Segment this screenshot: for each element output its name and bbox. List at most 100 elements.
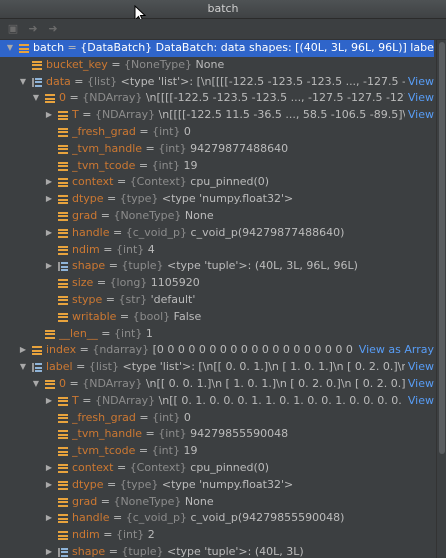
tree-row-0[interactable]: ▼ 0 = {NDArray} \n[[ 0. 0. 1.]\n [ 1. 0. … — [0, 375, 434, 393]
tree-row-shape[interactable]: ▶ shape = {tuple} <type 'tuple'>: (40L, 3… — [0, 258, 434, 275]
view-link[interactable]: View — [404, 375, 434, 393]
tree-row-batch[interactable]: ▼ batch = {DataBatch} DataBatch: data sha… — [0, 40, 434, 57]
tree-row-tvm-tcode[interactable]: _tvm_tcode = {int} 19 — [0, 158, 434, 175]
tree-row-writable[interactable]: writable = {bool} False — [0, 309, 434, 326]
expand-arrow-icon[interactable]: ▶ — [44, 225, 54, 242]
tree-row-ndim[interactable]: ndim = {int} 2 — [0, 527, 434, 544]
tree-row-fresh-grad[interactable]: _fresh_grad = {int} 0 — [0, 410, 434, 427]
variable-value: \n[[[[-122.5 -123.5 -123.5 ..., -127.5 -… — [142, 91, 434, 105]
variable-name: _tvm_handle — [72, 427, 143, 441]
view-link[interactable]: View — [404, 359, 434, 376]
window-titlebar: batch — [0, 0, 446, 19]
variable-value: c_void_p(94279877488640) — [187, 225, 345, 239]
tree-row-fresh-grad[interactable]: _fresh_grad = {int} 0 — [0, 124, 434, 141]
settings-icon[interactable]: ▣ — [6, 22, 20, 36]
tree-row-dtype[interactable]: ▶ dtype = {type} <type 'numpy.float32'> — [0, 191, 434, 208]
tree-row-stype[interactable]: stype = {str} 'default' — [0, 292, 434, 309]
expand-arrow-icon[interactable]: ▶ — [44, 460, 54, 477]
tree-row-ndim[interactable]: ndim = {int} 4 — [0, 242, 434, 259]
view-link[interactable]: View — [404, 73, 434, 91]
tree-row-context[interactable]: ▶ context = {Context} cpu_pinned(0) — [0, 460, 434, 477]
field-variable-icon — [58, 178, 68, 188]
tree-row-tvm-handle[interactable]: _tvm_handle = {int} 94279877488640 — [0, 141, 434, 158]
equals-sign: = — [105, 259, 122, 273]
variable-text: T = {NDArray} \n[[ 0. 1. 0. 0. 0. 1. 1. … — [72, 393, 434, 410]
expand-arrow-icon[interactable]: ▶ — [44, 174, 54, 191]
collapse-arrow-icon[interactable]: ▼ — [5, 40, 15, 57]
field-variable-icon — [45, 94, 55, 104]
equals-sign: = — [103, 192, 120, 206]
tree-row-size[interactable]: size = {long} 1105920 — [0, 275, 434, 292]
expand-arrow-icon[interactable]: ▶ — [44, 107, 54, 124]
collapse-arrow-icon[interactable]: ▼ — [31, 376, 41, 393]
variable-name: _fresh_grad — [72, 124, 136, 138]
variable-value: 1 — [142, 326, 153, 340]
tree-row-tvm-tcode[interactable]: _tvm_tcode = {int} 19 — [0, 443, 434, 460]
expand-arrow-icon[interactable]: ▶ — [44, 393, 54, 410]
tree-row-label[interactable]: ▼ label = {list} <type 'list'>: [\n[[ 0. … — [0, 359, 434, 376]
collapse-arrow-icon[interactable]: ▼ — [18, 359, 28, 376]
variable-text: size = {long} 1105920 — [72, 275, 434, 292]
variable-text: label = {list} <type 'list'>: [\n[[ 0. 0… — [46, 359, 434, 376]
forward-icon[interactable]: ➜ — [46, 22, 60, 36]
field-variable-icon — [58, 211, 68, 221]
variable-text: dtype = {type} <type 'numpy.float32'> — [72, 477, 434, 494]
variable-name: dtype — [72, 477, 104, 491]
variable-name: 0 — [59, 376, 66, 390]
field-variable-icon — [58, 430, 68, 440]
tree-row-dtype[interactable]: ▶ dtype = {type} <type 'numpy.float32'> — [0, 477, 434, 494]
field-variable-icon — [58, 447, 68, 457]
variable-text: data = {list} <type 'list'>: [\n[[[[-122… — [46, 74, 434, 91]
variable-text: handle = {c_void_p} c_void_p(94279855590… — [72, 510, 434, 527]
collapse-arrow-icon[interactable]: ▼ — [31, 90, 41, 107]
view-link[interactable]: View — [404, 90, 434, 108]
scrollbar-thumb[interactable] — [439, 42, 445, 454]
equals-sign: = — [70, 74, 87, 88]
variable-value: False — [170, 309, 202, 323]
vertical-scrollbar[interactable] — [436, 40, 446, 558]
expand-arrow-icon[interactable]: ▶ — [18, 342, 28, 359]
tree-row-grad[interactable]: grad = {NoneType} None — [0, 494, 434, 511]
variables-tree[interactable]: ▼ batch = {DataBatch} DataBatch: data sha… — [0, 40, 434, 558]
back-icon[interactable]: ➜ — [26, 22, 40, 36]
tree-row-handle[interactable]: ▶ handle = {c_void_p} c_void_p(9427987748… — [0, 225, 434, 242]
expand-arrow-icon[interactable]: ▶ — [44, 510, 54, 527]
equals-sign: = — [109, 511, 126, 525]
variable-type: {bool} — [132, 309, 171, 323]
variable-text: dtype = {type} <type 'numpy.float32'> — [72, 191, 434, 208]
view-link[interactable]: View — [404, 392, 434, 410]
expand-arrow-icon[interactable]: ▶ — [44, 477, 54, 494]
view-link[interactable]: View — [404, 107, 434, 124]
tree-row-len--[interactable]: __len__ = {int} 1 — [0, 326, 434, 343]
tree-row-shape[interactable]: ▶ shape = {tuple} <type 'tuple'>: (40L, 3… — [0, 544, 434, 558]
field-variable-icon — [58, 279, 68, 289]
collapse-arrow-icon[interactable]: ▼ — [18, 74, 28, 91]
equals-sign: = — [135, 124, 153, 138]
tree-row-handle[interactable]: ▶ handle = {c_void_p} c_void_p(9427985559… — [0, 510, 434, 527]
view-link[interactable]: View as Array — [355, 342, 434, 360]
variable-type: {int} — [115, 528, 145, 542]
equals-sign: = — [142, 141, 159, 155]
equals-sign: = — [135, 158, 152, 172]
tree-row-0[interactable]: ▼ 0 = {NDArray} \n[[[[-122.5 -123.5 -123.… — [0, 90, 434, 108]
variable-value: 19 — [179, 158, 198, 172]
expand-arrow-icon[interactable]: ▶ — [44, 191, 54, 208]
tree-row-index[interactable]: ▶ index = {ndarray} [0 0 0 0 0 0 0 0 0 0 … — [0, 342, 434, 360]
expand-arrow-icon[interactable]: ▶ — [44, 544, 54, 558]
variable-text: grad = {NoneType} None — [72, 208, 434, 225]
tree-row-T[interactable]: ▶ T = {NDArray} \n[[[[-122.5 11.5 -36.5 .… — [0, 107, 434, 124]
equals-sign: = — [109, 225, 126, 239]
tree-row-bucket-key[interactable]: bucket_key = {NoneType} None — [0, 57, 434, 74]
variable-value: 'default' — [147, 292, 196, 306]
variable-name: _fresh_grad — [72, 410, 136, 424]
variable-name: _tvm_tcode — [72, 444, 136, 458]
variable-text: __len__ = {int} 1 — [59, 326, 434, 343]
expand-arrow-icon[interactable]: ▶ — [44, 258, 54, 275]
tree-row-context[interactable]: ▶ context = {Context} cpu_pinned(0) — [0, 174, 434, 191]
tree-row-data[interactable]: ▼ data = {list} <type 'list'>: [\n[[[[-12… — [0, 73, 434, 91]
tree-row-T[interactable]: ▶ T = {NDArray} \n[[ 0. 1. 0. 0. 0. 1. 1.… — [0, 392, 434, 410]
equals-sign: = — [103, 477, 120, 491]
tree-row-grad[interactable]: grad = {NoneType} None — [0, 208, 434, 225]
tree-row-tvm-handle[interactable]: _tvm_handle = {int} 94279855590048 — [0, 426, 434, 443]
variable-value: cpu_pinned(0) — [186, 175, 270, 189]
